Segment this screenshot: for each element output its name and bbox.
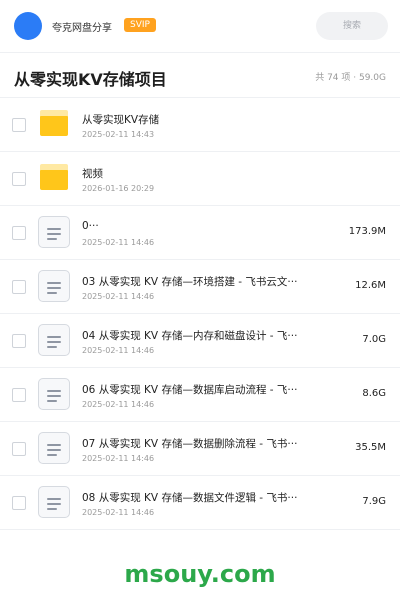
file-name: 07 从零实现 KV 存储—数据删除流程 - 飞书···	[82, 438, 298, 450]
file-name: 06 从零实现 KV 存储—数据库启动流程 - 飞···	[82, 384, 298, 396]
select-checkbox[interactable]	[12, 172, 26, 186]
folder-icon	[40, 110, 68, 136]
list-item[interactable]: 从零实现KV存储 2025-02-11 14:43	[0, 98, 400, 152]
list-item[interactable]: 视频 2026-01-16 20:29	[0, 152, 400, 206]
document-icon	[38, 270, 70, 302]
list-item[interactable]: 03 从零实现 KV 存储—环境搭建 - 飞书云文··· 2025-02-11 1…	[0, 260, 400, 314]
file-name: 08 从零实现 KV 存储—数据文件逻辑 - 飞书···	[82, 492, 298, 504]
document-icon	[38, 432, 70, 464]
list-item[interactable]: 07 从零实现 KV 存储—数据删除流程 - 飞书··· 2025-02-11 1…	[0, 422, 400, 476]
file-list: 从零实现KV存储 2025-02-11 14:43 视频 2026-01-16 20:…	[0, 98, 400, 530]
select-checkbox[interactable]	[12, 280, 26, 294]
file-name: 0···	[82, 220, 99, 232]
document-icon	[38, 486, 70, 518]
select-checkbox[interactable]	[12, 496, 26, 510]
file-date: 2025-02-11 14:46	[82, 238, 155, 247]
file-name: 从零实现KV存储	[82, 114, 160, 126]
file-size: 173.9M	[348, 226, 386, 237]
file-size: 7.0G	[362, 334, 386, 345]
document-icon	[38, 378, 70, 410]
item-summary: 共 74 项 · 59.0G	[315, 73, 386, 83]
file-date: 2025-02-11 14:46	[82, 400, 155, 409]
list-item[interactable]: 04 从零实现 KV 存储—内存和磁盘设计 - 飞··· 2025-02-11 1…	[0, 314, 400, 368]
document-icon	[38, 216, 70, 248]
file-size: 7.9G	[362, 496, 386, 507]
file-date: 2025-02-11 14:46	[82, 292, 155, 301]
file-date: 2025-02-11 14:46	[82, 454, 155, 463]
file-name: 03 从零实现 KV 存储—环境搭建 - 飞书云文···	[82, 276, 298, 288]
file-date: 2025-02-11 14:46	[82, 508, 155, 517]
header: 夸克网盘分享 SVIP 搜索	[0, 0, 400, 52]
file-name: 视频	[82, 168, 103, 180]
file-date: 2026-01-16 20:29	[82, 184, 155, 193]
list-item[interactable]: 06 从零实现 KV 存储—数据库启动流程 - 飞··· 2025-02-11 1…	[0, 368, 400, 422]
page-title: 从零实现KV存储项目	[14, 70, 167, 89]
file-size: 35.5M	[355, 442, 386, 453]
file-name: 04 从零实现 KV 存储—内存和磁盘设计 - 飞···	[82, 330, 298, 342]
document-icon	[38, 324, 70, 356]
select-checkbox[interactable]	[12, 334, 26, 348]
list-item[interactable]: 0··· 2025-02-11 14:46 173.9M	[0, 206, 400, 260]
file-size: 12.6M	[355, 280, 386, 291]
list-item[interactable]: 08 从零实现 KV 存储—数据文件逻辑 - 飞书··· 2025-02-11 1…	[0, 476, 400, 530]
avatar[interactable]	[14, 12, 42, 40]
file-date: 2025-02-11 14:46	[82, 346, 155, 355]
watermark: msouy.com	[124, 560, 276, 588]
file-date: 2025-02-11 14:43	[82, 130, 155, 139]
folder-icon	[40, 164, 68, 190]
share-name: 夸克网盘分享	[52, 23, 112, 34]
select-checkbox[interactable]	[12, 442, 26, 456]
select-checkbox[interactable]	[12, 118, 26, 132]
title-bar: 从零实现KV存储项目 共 74 项 · 59.0G	[0, 52, 400, 98]
file-size: 8.6G	[362, 388, 386, 399]
search-input[interactable]: 搜索	[316, 12, 388, 40]
vip-badge: SVIP	[124, 18, 156, 32]
select-checkbox[interactable]	[12, 388, 26, 402]
select-checkbox[interactable]	[12, 226, 26, 240]
